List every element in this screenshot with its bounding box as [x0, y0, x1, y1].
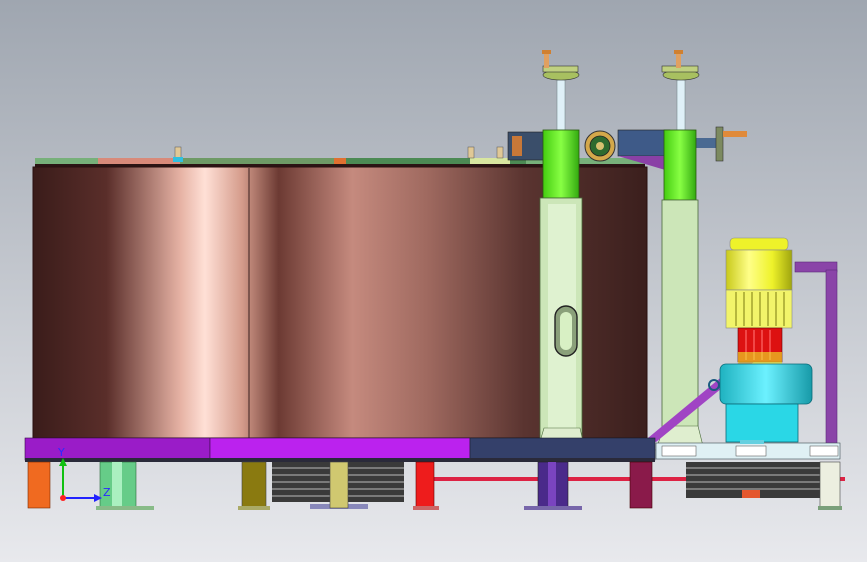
- cad-viewport[interactable]: Y Z: [0, 0, 867, 562]
- pulley-right: [686, 462, 824, 498]
- axis-z-label: Z: [103, 486, 111, 499]
- axis-y-label: Y: [57, 446, 65, 459]
- base-frame: [24, 437, 656, 462]
- handwheel-gear: [584, 130, 616, 162]
- machine-drawing[interactable]: Y Z: [0, 0, 867, 562]
- motor-base-plate: [655, 440, 841, 460]
